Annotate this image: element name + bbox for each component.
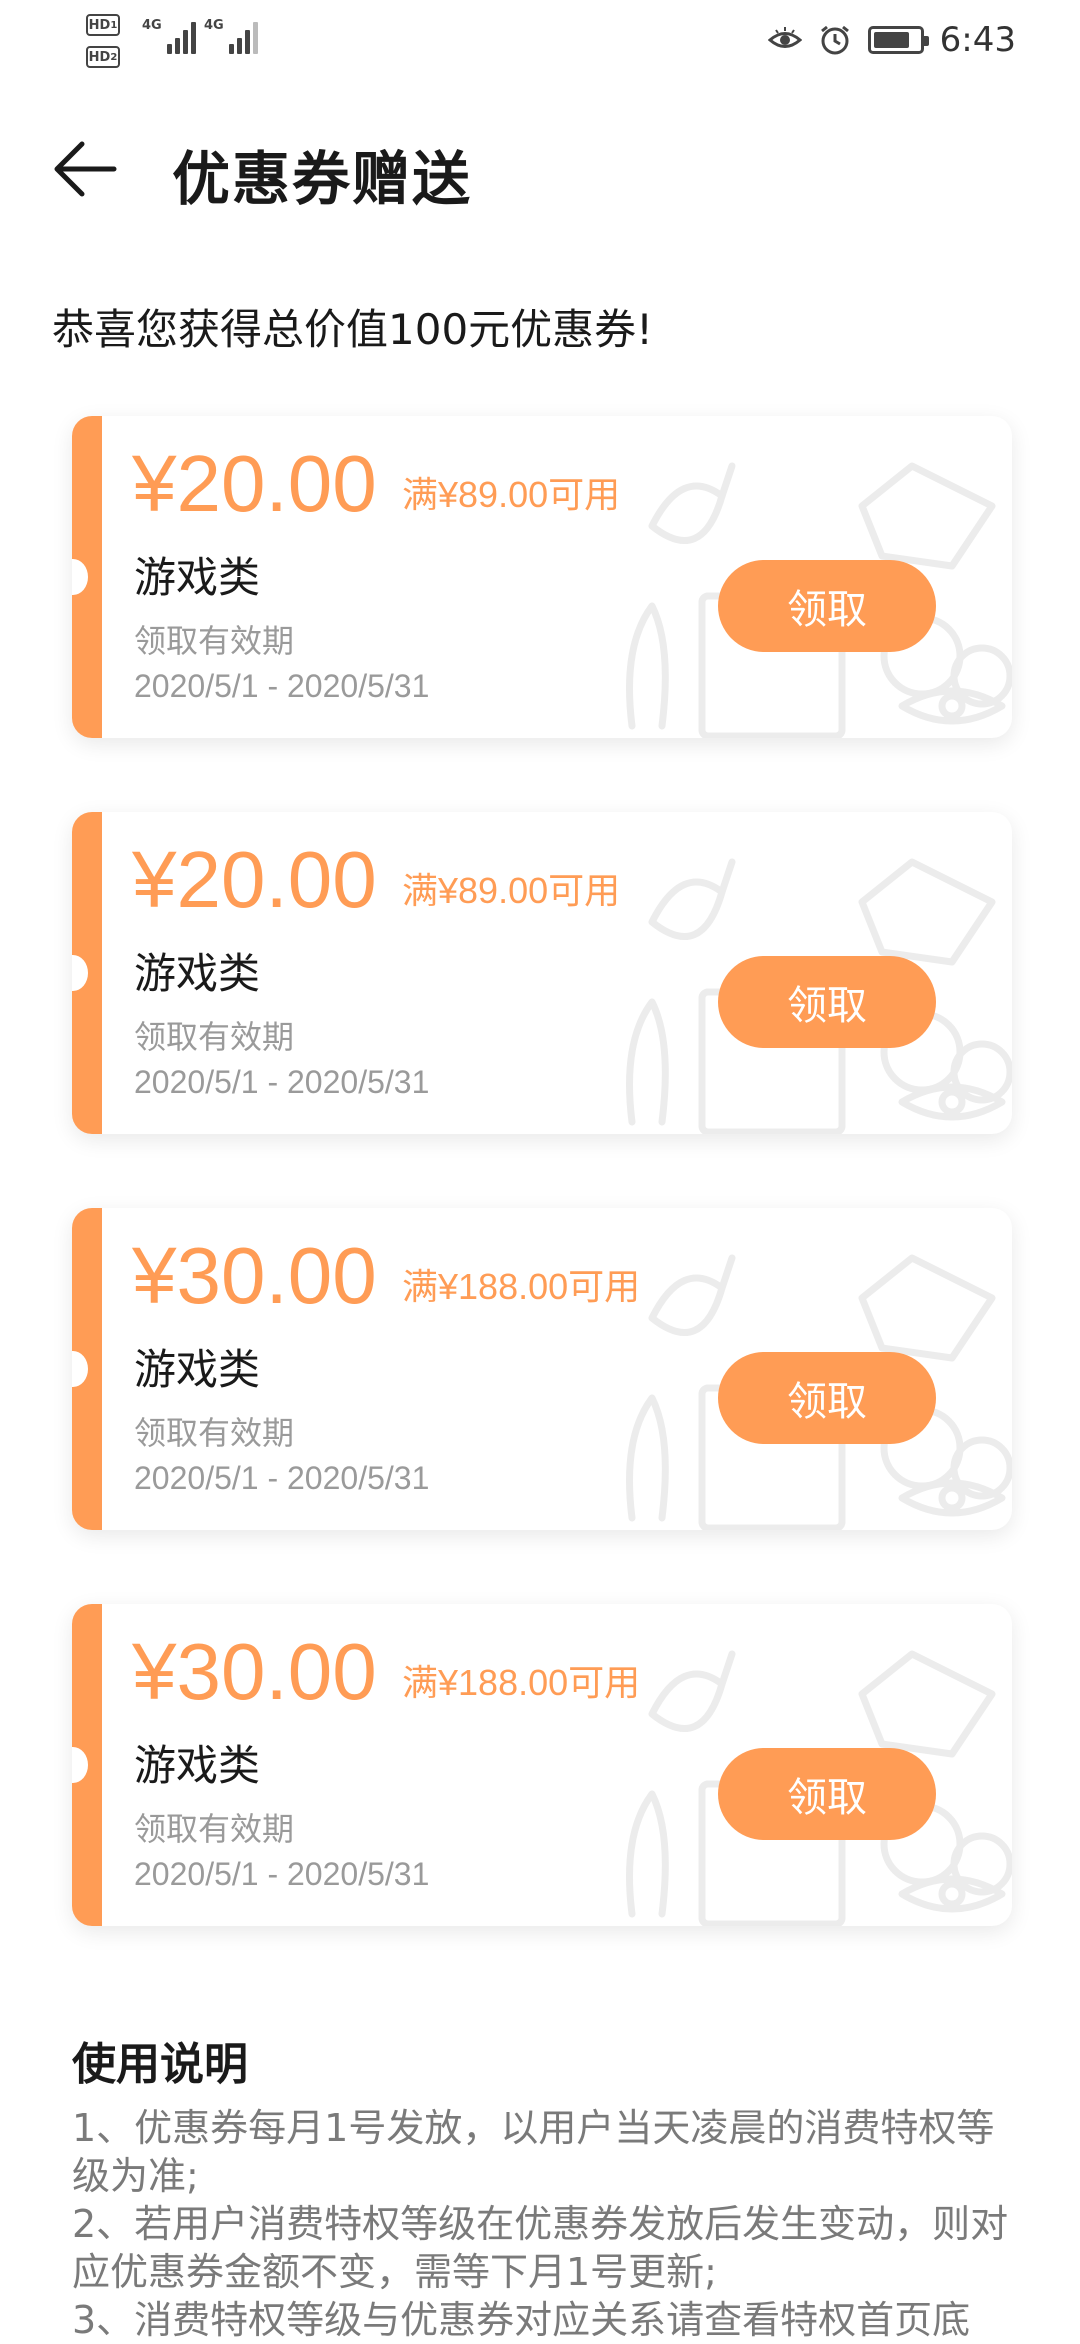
eye-comfort-icon [767, 23, 802, 57]
coupon-valid-range: 2020/5/1 - 2020/5/31 [134, 1064, 430, 1100]
coupon-valid-range: 2020/5/1 - 2020/5/31 [134, 1460, 430, 1496]
coupon-condition: 满¥188.00可用 [402, 1266, 641, 1307]
coupon-amount: ¥30.00 [132, 1231, 377, 1320]
claim-button[interactable]: 领取 [718, 1748, 936, 1840]
congrats-message: 恭喜您获得总价值100元优惠券! [52, 305, 654, 354]
coupon-category: 游戏类 [134, 1345, 261, 1394]
page-title: 优惠券赠送 [172, 145, 473, 213]
coupon-category: 游戏类 [134, 1741, 261, 1790]
claim-button[interactable]: 领取 [718, 956, 936, 1048]
signal-icon-1: 4G [142, 18, 196, 54]
claim-button[interactable]: 领取 [718, 1352, 936, 1444]
coupon-amount: ¥20.00 [132, 835, 377, 924]
coupon-valid-range: 2020/5/1 - 2020/5/31 [134, 668, 430, 704]
coupon-amount: ¥20.00 [132, 439, 377, 528]
coupon-condition: 满¥89.00可用 [402, 870, 621, 911]
alarm-icon [818, 23, 852, 57]
coupon-card: ¥20.00 满¥89.00可用 游戏类 领取有效期 2020/5/1 - 20… [72, 416, 1012, 738]
back-button[interactable] [50, 134, 120, 204]
instruction-item: 2、若用户消费特权等级在优惠券发放后发生变动，则对应优惠券金额不变，需等下月1号… [72, 2202, 1009, 2294]
arrow-left-icon [54, 141, 117, 197]
coupon-valid-label: 领取有效期 [134, 1414, 295, 1452]
coupon-condition: 满¥89.00可用 [402, 474, 621, 515]
coupon-valid-label: 领取有效期 [134, 1018, 295, 1056]
coupon-condition: 满¥188.00可用 [402, 1662, 641, 1703]
signal-icon-2: 4G [204, 18, 258, 54]
sim2-hd-icon: HD 2 [86, 46, 120, 68]
coupon-valid-range: 2020/5/1 - 2020/5/31 [134, 1856, 430, 1892]
coupon-card: ¥30.00 满¥188.00可用 游戏类 领取有效期 2020/5/1 - 2… [72, 1208, 1012, 1530]
claim-button[interactable]: 领取 [718, 560, 936, 652]
coupon-amount: ¥30.00 [132, 1627, 377, 1716]
instructions-list: 1、优惠券每月1号发放，以用户当天凌晨的消费特权等级为准; 2、若用户消费特权等… [72, 2104, 1022, 2344]
instructions-title: 使用说明 [72, 2039, 248, 2090]
coupon-category: 游戏类 [134, 553, 261, 602]
coupon-valid-label: 领取有效期 [134, 1810, 295, 1848]
instruction-item: 3、消费特权等级与优惠券对应关系请查看特权首页底 [72, 2298, 971, 2342]
coupon-valid-label: 领取有效期 [134, 622, 295, 660]
status-bar: HD 1 HD 2 4G 4G 6:43 [0, 0, 1080, 84]
sim1-hd-icon: HD 1 [86, 14, 120, 36]
clock: 6:43 [939, 20, 1016, 60]
battery-icon [867, 26, 929, 54]
coupon-category: 游戏类 [134, 949, 261, 998]
coupon-card: ¥30.00 满¥188.00可用 游戏类 领取有效期 2020/5/1 - 2… [72, 1604, 1012, 1926]
instruction-item: 1、优惠券每月1号发放，以用户当天凌晨的消费特权等级为准; [72, 2106, 995, 2198]
app-header: 优惠券赠送 [0, 110, 1080, 230]
coupon-card: ¥20.00 满¥89.00可用 游戏类 领取有效期 2020/5/1 - 20… [72, 812, 1012, 1134]
